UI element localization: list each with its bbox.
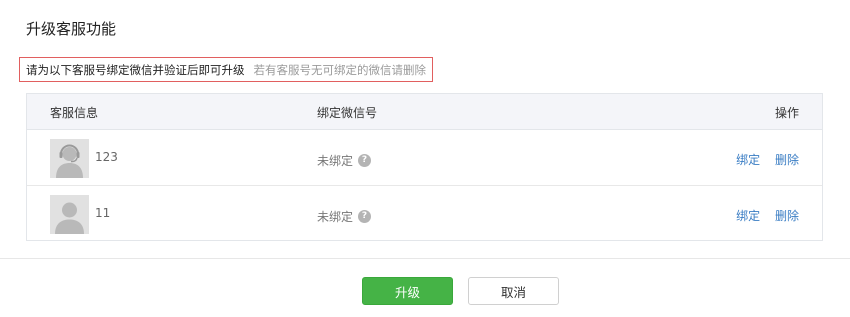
bind-status: 未绑定 ? <box>317 208 372 225</box>
header-bound-wechat: 绑定微信号 <box>317 106 378 120</box>
bind-status: 未绑定 ? <box>317 152 372 169</box>
notice-sub-text: 若有客服号无可绑定的微信请删除 <box>253 62 427 77</box>
header-actions: 操作 <box>774 106 799 120</box>
table-row: 123 未绑定 ? 绑定 删除 <box>27 130 822 186</box>
notice-box: 请为以下客服号绑定微信并验证后即可升级 若有客服号无可绑定的微信请删除 <box>19 57 433 82</box>
agent-name: 11 <box>95 206 111 220</box>
agent-table: 客服信息 绑定微信号 操作 123 未绑定 ? 绑定 删除 11 未绑定 ? 绑… <box>26 93 823 241</box>
help-icon[interactable]: ? <box>358 210 372 223</box>
help-icon[interactable]: ? <box>358 154 372 167</box>
table-row: 11 未绑定 ? 绑定 删除 <box>27 186 822 242</box>
delete-link[interactable]: 删除 <box>775 153 799 167</box>
bind-link[interactable]: 绑定 <box>736 153 760 167</box>
header-agent-info: 客服信息 <box>50 106 99 120</box>
row-actions: 绑定 删除 <box>736 207 799 224</box>
headset-agent-icon <box>50 139 89 178</box>
bind-status-text: 未绑定 <box>317 210 354 224</box>
delete-link[interactable]: 删除 <box>775 209 799 223</box>
dialog-title: 升级客服功能 <box>26 20 117 38</box>
agent-name: 123 <box>95 150 118 164</box>
user-silhouette-icon <box>50 195 89 234</box>
row-actions: 绑定 删除 <box>736 151 799 168</box>
table-header: 客服信息 绑定微信号 操作 <box>27 94 822 130</box>
notice-main-text: 请为以下客服号绑定微信并验证后即可升级 <box>26 62 245 77</box>
bind-link[interactable]: 绑定 <box>736 209 760 223</box>
cancel-button[interactable]: 取消 <box>468 277 559 305</box>
footer-divider <box>0 258 850 259</box>
upgrade-button[interactable]: 升级 <box>362 277 453 305</box>
bind-status-text: 未绑定 <box>317 154 354 168</box>
